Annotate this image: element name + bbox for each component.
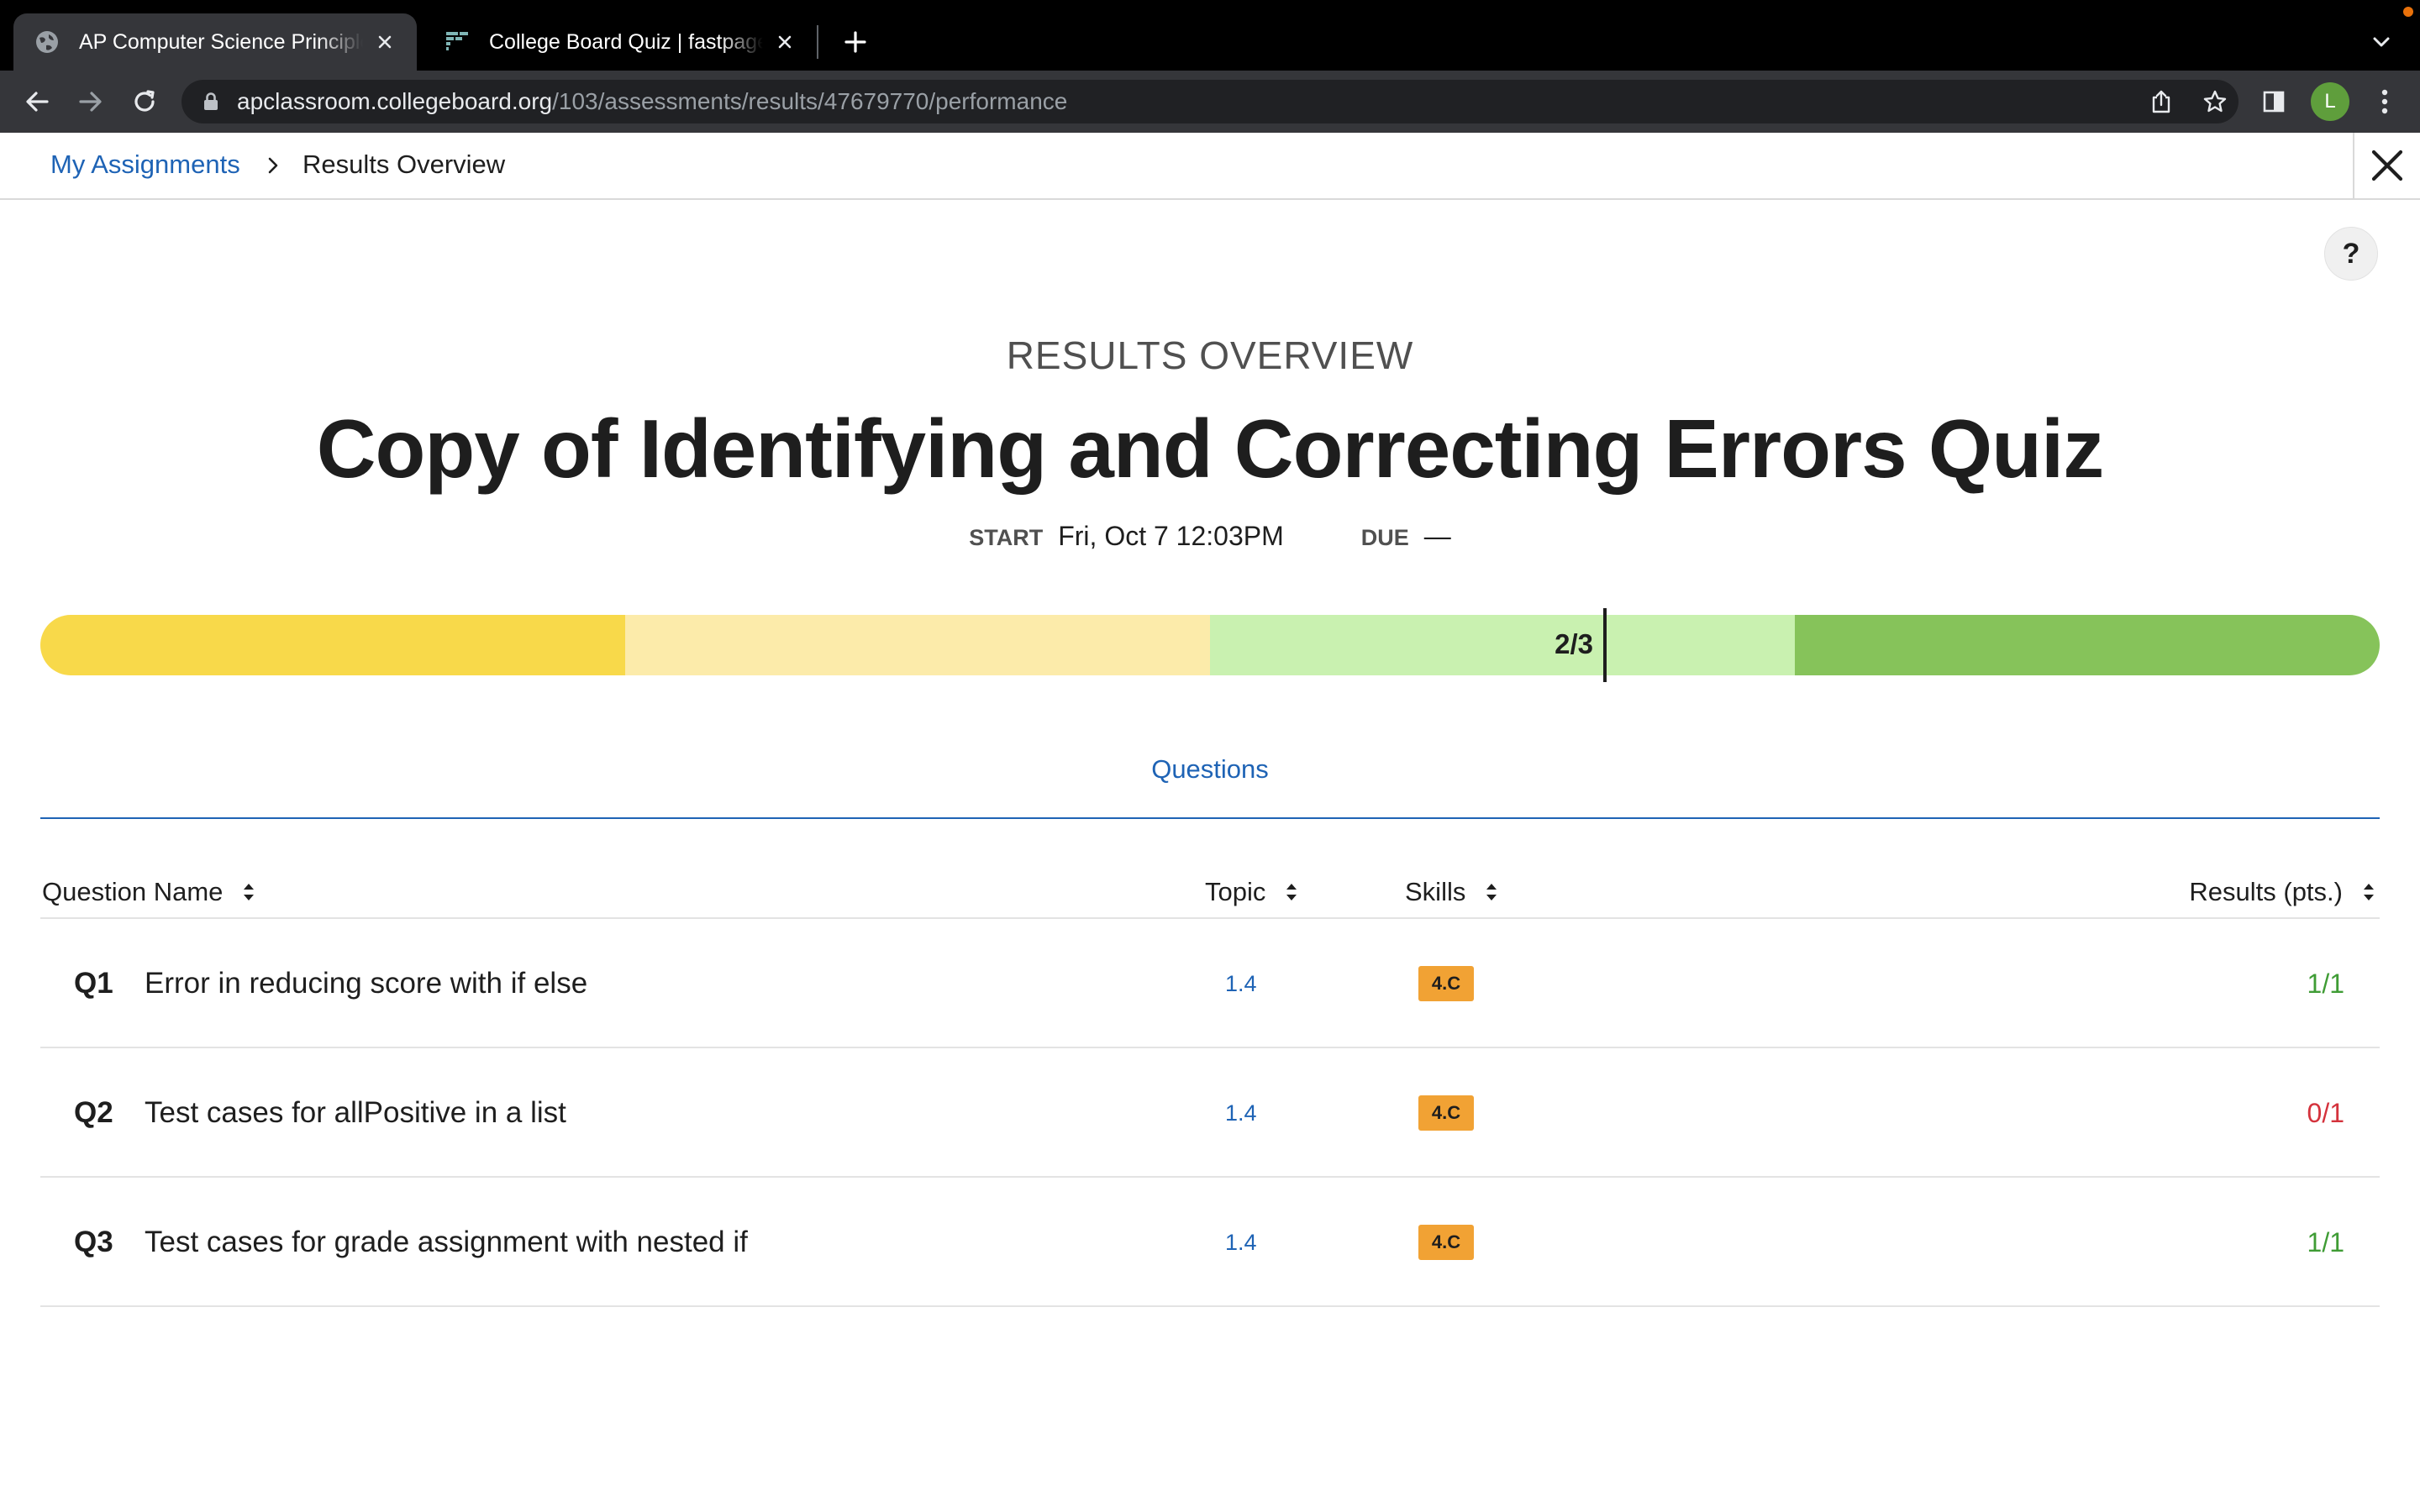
skill-badge: 4.C [1418,1095,1474,1131]
question-number: Q2 [74,1096,113,1129]
column-header-label: Topic [1205,877,1266,906]
side-panel-icon[interactable] [2254,81,2294,122]
page-title: Copy of Identifying and Correcting Error… [316,402,2104,495]
result-score: 0/1 [2307,1098,2344,1128]
breadcrumb: My Assignments Results Overview [0,133,2420,200]
score-marker [1603,608,1607,682]
topic-link[interactable]: 1.4 [1225,919,1257,1048]
browser-tab-ap-csp[interactable]: AP Computer Science Principles [13,13,417,71]
score-label: 2/3 [1555,628,1593,659]
browser-tab-fastpages[interactable]: College Board Quiz | fastpages [424,13,817,71]
progress-segment [40,615,625,675]
sort-icon [2364,884,2374,900]
help-button[interactable]: ? [2324,227,2378,281]
due-value: — [1423,521,1451,551]
question-name[interactable]: Test cases for grade assignment with nes… [145,1178,748,1307]
question-name[interactable]: Test cases for allPositive in a list [145,1048,566,1178]
new-tab-icon[interactable] [839,25,872,59]
table-header: Question Name Topic Skills Results (pts.… [40,865,2380,919]
start-label: START [969,525,1044,550]
assignment-dates: START Fri, Oct 7 12:03PM DUE — [0,521,2420,552]
close-button[interactable] [2353,133,2420,198]
tab-underline [40,817,2380,819]
column-header-label: Question Name [42,877,224,906]
close-tab-icon[interactable] [371,29,398,55]
table-row[interactable]: Q3 Test cases for grade assignment with … [40,1178,2380,1307]
url-host: apclassroom.collegeboard.org [237,88,553,114]
url-path: /103/assessments/results/47679770/perfor… [552,88,1068,114]
close-icon [2371,150,2403,181]
sort-icon [1486,884,1497,900]
sort-question-name-header[interactable]: Question Name [42,877,256,907]
breadcrumb-my-assignments-link[interactable]: My Assignments [50,150,240,180]
bookmark-star-icon[interactable] [2198,85,2232,118]
column-header-label: Results (pts.) [2189,877,2343,906]
close-tab-icon[interactable] [771,29,798,55]
breadcrumb-current: Results Overview [302,150,506,179]
topic-link[interactable]: 1.4 [1225,1178,1257,1307]
profile-avatar[interactable]: L [2311,82,2349,121]
skill-badge: 4.C [1418,966,1474,1001]
globe-icon [34,29,60,55]
forward-arrow-icon[interactable] [71,81,111,122]
url-text: apclassroom.collegeboard.org/103/assessm… [237,80,1067,123]
result-score: 1/1 [2307,1227,2344,1257]
progress-segment [625,615,1210,675]
address-bar[interactable]: apclassroom.collegeboard.org/103/assessm… [182,80,2238,123]
skill-badge: 4.C [1418,1225,1474,1260]
due-label: DUE [1360,525,1409,550]
table-row[interactable]: Q2 Test cases for allPositive in a list … [40,1048,2380,1178]
question-name[interactable]: Error in reducing score with if else [145,919,587,1048]
score-progress-bar [40,615,2380,675]
notification-dot [2403,7,2413,17]
table-row[interactable]: Q1 Error in reducing score with if else … [40,919,2380,1048]
tab-questions[interactable]: Questions [0,754,2420,785]
browser-tab-strip: AP Computer Science Principles College B… [0,0,2420,71]
fastpages-icon [444,29,471,55]
result-score: 1/1 [2307,969,2344,999]
tab-search-chevron-icon[interactable] [2365,25,2398,59]
page-eyebrow: RESULTS OVERVIEW [1006,333,1414,377]
question-number: Q3 [74,1226,113,1258]
sort-icon [1286,884,1297,900]
sort-results-header[interactable]: Results (pts.) [2189,877,2376,907]
progress-segment [1794,615,2380,675]
sort-topic-header[interactable]: Topic [1205,877,1299,907]
tab-title: AP Computer Science Principles [79,29,363,54]
sort-icon [244,884,255,900]
kebab-menu-icon[interactable] [2365,81,2405,122]
browser-toolbar: apclassroom.collegeboard.org/103/assessm… [0,71,2420,133]
start-value: Fri, Oct 7 12:03PM [1058,521,1284,551]
question-number: Q1 [74,967,113,1000]
back-arrow-icon[interactable] [17,81,57,122]
share-icon[interactable] [2144,85,2178,118]
progress-segment [1602,615,1795,675]
topic-link[interactable]: 1.4 [1225,1048,1257,1178]
chevron-right-icon [262,155,284,176]
tab-title: College Board Quiz | fastpages [489,29,763,54]
reload-icon[interactable] [124,81,165,122]
lock-icon [202,92,220,112]
column-header-label: Skills [1405,877,1466,906]
sort-skills-header[interactable]: Skills [1405,877,1499,907]
tab-divider [817,25,818,59]
